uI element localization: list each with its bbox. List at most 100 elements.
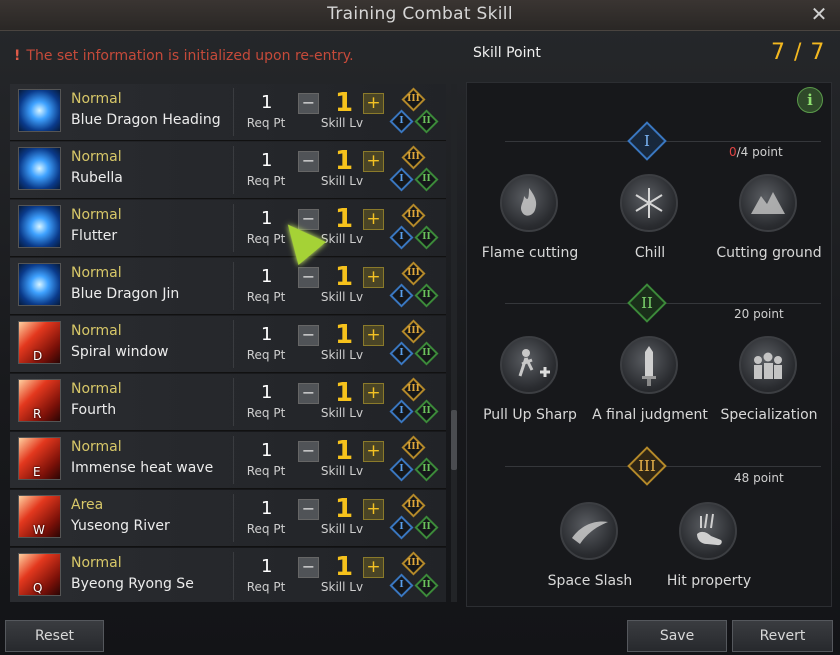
increase-level-button[interactable]: + <box>363 151 384 172</box>
skill-type: Normal <box>71 323 122 339</box>
skill-icon <box>18 89 61 132</box>
decrease-level-button[interactable]: − <box>298 325 319 346</box>
tripod-2-icon: II <box>414 109 439 134</box>
skill-name: Flutter <box>71 228 118 244</box>
sword-icon[interactable] <box>620 336 678 394</box>
increase-level-button[interactable]: + <box>363 267 384 288</box>
req-pt-value: 1 <box>261 440 273 461</box>
skill-list-scrollbar[interactable] <box>451 84 457 602</box>
tripod-indicator[interactable]: III I II <box>389 145 439 194</box>
req-pt-value: 1 <box>261 382 273 403</box>
skill-level-value: 1 <box>335 88 354 118</box>
req-pt-value: 1 <box>261 208 273 229</box>
skill-icon: W <box>18 495 61 538</box>
tripod-3-icon: III <box>401 203 426 228</box>
req-pt-label: Req Pt <box>246 522 286 536</box>
skill-row[interactable]: W Area Yuseong River 1 Req Pt −1 + Skill Lv III I… <box>10 490 446 547</box>
skill-row[interactable]: Normal Flutter 1 Req Pt −1 + Skill Lv III I II <box>10 200 446 257</box>
increase-level-button[interactable]: + <box>363 209 384 230</box>
skill-level-label: Skill Lv <box>320 522 364 536</box>
node-label: Hit property <box>666 573 752 589</box>
snowflake-icon[interactable] <box>620 174 678 232</box>
skill-type: Normal <box>71 555 122 571</box>
row-divider <box>233 146 234 194</box>
increase-level-button[interactable]: + <box>363 93 384 114</box>
flame-icon[interactable] <box>500 174 558 232</box>
hand-icon[interactable] <box>679 502 737 560</box>
tripod-1-icon: I <box>389 399 414 424</box>
increase-level-button[interactable]: + <box>363 557 384 578</box>
skill-row[interactable]: Normal Blue Dragon Heading 1 Req Pt −1 + Skill… <box>10 84 446 141</box>
decrease-level-button[interactable]: − <box>298 383 319 404</box>
skill-row[interactable]: Normal Rubella 1 Req Pt −1 + Skill Lv III I II <box>10 142 446 199</box>
tripod-indicator[interactable]: III I II <box>389 319 439 368</box>
revert-button[interactable]: Revert <box>732 620 833 652</box>
skill-level-label: Skill Lv <box>320 406 364 420</box>
node-label: Pull Up Sharp <box>483 407 577 423</box>
slash-icon[interactable] <box>560 502 618 560</box>
crowd-icon[interactable] <box>739 336 797 394</box>
skill-level-label: Skill Lv <box>320 116 364 130</box>
warning-text: The set information is initialized upon … <box>26 48 354 64</box>
close-icon[interactable]: ✕ <box>808 3 830 25</box>
row-divider <box>233 204 234 252</box>
row-divider <box>233 88 234 136</box>
tier-1-point: 0/4 point <box>729 145 783 159</box>
skill-level-value: 1 <box>335 436 354 466</box>
decrease-level-button[interactable]: − <box>298 499 319 520</box>
tripod-3-icon: III <box>401 87 426 112</box>
title-bar: Training Combat Skill ✕ <box>0 0 840 31</box>
skill-level-value: 1 <box>335 378 354 408</box>
skill-row[interactable]: Normal Blue Dragon Jin 1 Req Pt −1 + Skill Lv I… <box>10 258 446 315</box>
req-pt-label: Req Pt <box>246 348 286 362</box>
reset-button[interactable]: Reset <box>5 620 104 652</box>
skill-hotkey: D <box>33 349 43 363</box>
tripod-indicator[interactable]: III I II <box>389 261 439 310</box>
skill-name: Rubella <box>71 170 123 186</box>
tripod-indicator[interactable]: III I II <box>389 493 439 542</box>
save-button[interactable]: Save <box>627 620 727 652</box>
tripod-indicator[interactable]: III I II <box>389 435 439 484</box>
tripod-2-icon: II <box>414 167 439 192</box>
skill-icon <box>18 263 61 306</box>
tripod-1-icon: I <box>389 573 414 598</box>
skill-level-value: 1 <box>335 494 354 524</box>
skill-name: Byeong Ryong Se <box>71 576 194 592</box>
skill-level-value: 1 <box>335 320 354 350</box>
tripod-indicator[interactable]: III I II <box>389 551 439 600</box>
decrease-level-button[interactable]: − <box>298 93 319 114</box>
tripod-indicator[interactable]: III I II <box>389 203 439 252</box>
decrease-level-button[interactable]: − <box>298 267 319 288</box>
info-icon[interactable]: i <box>797 87 823 113</box>
increase-level-button[interactable]: + <box>363 325 384 346</box>
skill-point-value: 7 / 7 <box>771 40 826 65</box>
tripod-1-icon: I <box>389 515 414 540</box>
figure-plus-icon[interactable] <box>500 336 558 394</box>
skill-level-label: Skill Lv <box>320 348 364 362</box>
decrease-level-button[interactable]: − <box>298 441 319 462</box>
tripod-3-icon: III <box>401 493 426 518</box>
skill-list: Normal Blue Dragon Heading 1 Req Pt −1 + Skill… <box>10 84 446 602</box>
increase-level-button[interactable]: + <box>363 441 384 462</box>
skill-row[interactable]: E Normal Immense heat wave 1 Req Pt −1 + Skill … <box>10 432 446 489</box>
tripod-1-icon: I <box>389 167 414 192</box>
scrollbar-thumb[interactable] <box>451 410 457 470</box>
skill-row[interactable]: Q Normal Byeong Ryong Se 1 Req Pt −1 + Skill Lv… <box>10 548 446 602</box>
tripod-1-icon: I <box>389 225 414 250</box>
tripod-indicator[interactable]: III I II <box>389 87 439 136</box>
req-pt-value: 1 <box>261 556 273 577</box>
rocks-icon[interactable] <box>739 174 797 232</box>
tripod-2-icon: II <box>414 283 439 308</box>
row-divider <box>233 494 234 542</box>
skill-type: Normal <box>71 381 122 397</box>
increase-level-button[interactable]: + <box>363 499 384 520</box>
req-pt-label: Req Pt <box>246 406 286 420</box>
increase-level-button[interactable]: + <box>363 383 384 404</box>
skill-row[interactable]: D Normal Spiral window 1 Req Pt −1 + Skill Lv II… <box>10 316 446 373</box>
decrease-level-button[interactable]: − <box>298 557 319 578</box>
tripod-indicator[interactable]: III I II <box>389 377 439 426</box>
decrease-level-button[interactable]: − <box>298 151 319 172</box>
skill-icon: R <box>18 379 61 422</box>
req-pt-label: Req Pt <box>246 464 286 478</box>
skill-row[interactable]: R Normal Fourth 1 Req Pt −1 + Skill Lv III I II <box>10 374 446 431</box>
